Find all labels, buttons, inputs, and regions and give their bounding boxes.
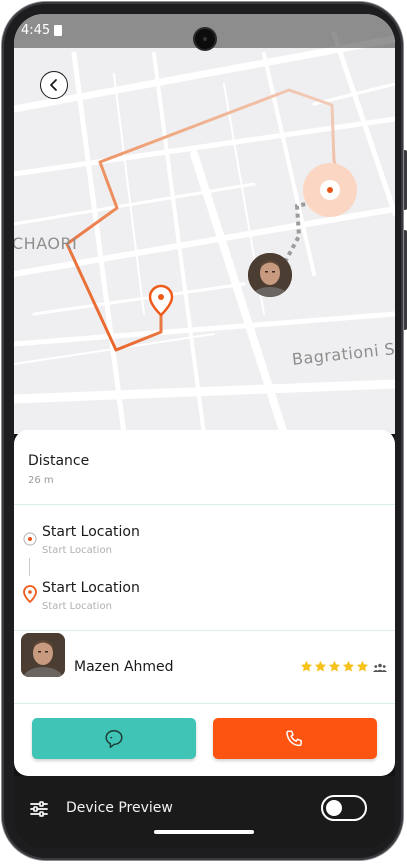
driver-location-avatar[interactable] xyxy=(248,253,292,297)
device-preview-label: Device Preview xyxy=(66,800,173,816)
star-icon xyxy=(300,660,313,673)
rating-stars xyxy=(300,660,369,673)
dropoff-subtitle: Start Location xyxy=(42,601,112,612)
star-icon xyxy=(342,660,355,673)
phone-icon xyxy=(286,730,302,747)
trip-details-sheet: Distance 26 m Start Location Start Locat… xyxy=(14,430,395,776)
phone-frame: CHAORI Bagrationi S 4:45 Distance 26 m S… xyxy=(2,2,403,860)
map-view[interactable]: CHAORI Bagrationi S 4:45 xyxy=(14,14,395,434)
star-icon xyxy=(356,660,369,673)
toggle-knob xyxy=(326,800,342,816)
distance-value: 26 m xyxy=(28,475,54,486)
back-button[interactable] xyxy=(40,71,68,99)
chat-button[interactable] xyxy=(32,718,196,759)
star-icon xyxy=(328,660,341,673)
pickup-dot-icon xyxy=(23,532,37,546)
avatar-photo-icon xyxy=(21,633,65,677)
screen: CHAORI Bagrationi S 4:45 Distance 26 m S… xyxy=(14,14,395,848)
pickup-title: Start Location xyxy=(42,524,140,540)
device-preview-toggle[interactable] xyxy=(321,795,367,821)
district-label: CHAORI xyxy=(14,234,78,253)
distance-title: Distance xyxy=(28,453,90,469)
divider xyxy=(14,504,395,505)
chevron-left-icon xyxy=(50,79,57,91)
chat-bubble-icon xyxy=(105,730,123,748)
location-pin-icon xyxy=(23,585,37,603)
sim-icon xyxy=(54,25,62,36)
avatar-photo-icon xyxy=(248,253,292,297)
route-connector-line xyxy=(29,558,30,576)
home-indicator[interactable] xyxy=(154,830,254,834)
divider xyxy=(14,703,395,704)
front-camera xyxy=(195,29,215,49)
group-icon xyxy=(373,663,387,672)
star-icon xyxy=(314,660,327,673)
driver-name: Mazen Ahmed xyxy=(74,659,174,675)
pickup-subtitle: Start Location xyxy=(42,545,112,556)
call-button[interactable] xyxy=(213,718,377,759)
sliders-icon[interactable] xyxy=(30,800,48,818)
dropoff-title: Start Location xyxy=(42,580,140,596)
status-time: 4:45 xyxy=(21,23,51,38)
divider xyxy=(14,630,395,631)
driver-avatar[interactable] xyxy=(21,633,65,677)
map-canvas xyxy=(14,14,395,434)
device-preview-bar: Device Preview xyxy=(14,776,395,848)
